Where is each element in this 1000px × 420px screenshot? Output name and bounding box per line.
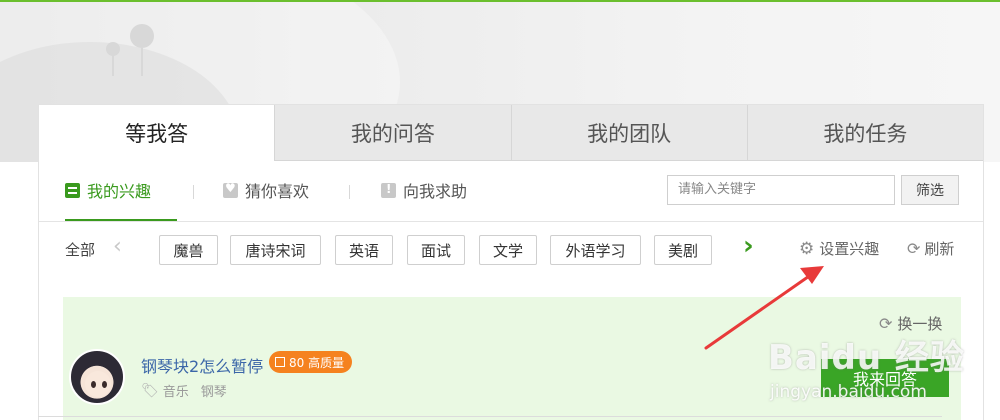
answer-button[interactable]: 我来回答 <box>821 359 949 397</box>
interest-tag[interactable]: 美剧 <box>654 235 712 265</box>
keyword-search-input[interactable]: 请输入关键字 <box>667 175 895 205</box>
gear-icon: ⚙ <box>799 238 815 259</box>
set-interests-button[interactable]: ⚙ 设置兴趣 <box>799 238 879 259</box>
divider <box>38 416 942 417</box>
subtab-label: 猜你喜欢 <box>245 182 310 201</box>
badge-label: 80 高质量 <box>289 355 345 370</box>
tab-my-qa[interactable]: 我的问答 <box>274 105 511 161</box>
question-card: ⟳ 换一换 钢琴块2怎么暂停 80 高质量 🏷 音乐 钢琴 我来回答 <box>63 297 961 420</box>
question-tags: 🏷 音乐 钢琴 <box>141 381 239 401</box>
subtab-guess-you-like[interactable]: 猜你喜欢 <box>223 161 309 219</box>
refresh-icon: ⟳ <box>879 314 893 333</box>
interest-tag[interactable]: 面试 <box>407 235 465 265</box>
avatar[interactable] <box>69 349 125 405</box>
tab-my-tasks[interactable]: 我的任务 <box>746 105 983 161</box>
exclamation-icon <box>381 182 396 198</box>
interest-tag[interactable]: 魔兽 <box>159 235 218 265</box>
chevron-right-icon[interactable]: › <box>743 231 754 261</box>
main-panel: 等我答 我的问答 我的团队 我的任务 我的兴趣 猜你喜欢 向我求助 请输入关键字… <box>38 104 984 420</box>
tab-bar: 等我答 我的问答 我的团队 我的任务 <box>39 105 983 161</box>
filter-button[interactable]: 筛选 <box>901 175 959 205</box>
refresh-label: 刷新 <box>924 240 955 258</box>
all-tags-link[interactable]: 全部 <box>65 239 95 260</box>
question-title-link[interactable]: 钢琴块2怎么暂停 <box>141 353 263 377</box>
swap-button[interactable]: ⟳ 换一换 <box>879 313 942 334</box>
interest-tag[interactable]: 外语学习 <box>550 235 641 265</box>
subtab-label: 我的兴趣 <box>87 182 152 201</box>
interest-tag[interactable]: 文学 <box>479 235 537 265</box>
swap-label: 换一换 <box>897 315 943 333</box>
subtab-my-interests[interactable]: 我的兴趣 <box>65 161 178 221</box>
list-icon <box>65 182 80 198</box>
refresh-button[interactable]: ⟳ 刷新 <box>907 238 954 259</box>
subtab-ask-me-for-help[interactable]: 向我求助 <box>381 161 467 219</box>
divider <box>193 185 194 199</box>
divider <box>349 185 350 199</box>
question-tag-link[interactable]: 钢琴 <box>201 381 227 400</box>
quality-badge: 80 高质量 <box>269 351 353 373</box>
badge-icon <box>275 357 285 367</box>
chevron-left-icon[interactable]: ‹ <box>113 234 122 259</box>
interest-tag-bar: 全部 ‹ 魔兽 唐诗宋词 英语 面试 文学 外语学习 美剧 › ⚙ 设置兴趣 ⟳… <box>39 222 983 278</box>
refresh-icon: ⟳ <box>907 239 921 258</box>
interest-tag[interactable]: 唐诗宋词 <box>230 235 321 265</box>
set-interests-label: 设置兴趣 <box>819 240 880 258</box>
sub-navigation: 我的兴趣 猜你喜欢 向我求助 请输入关键字 筛选 <box>39 161 983 222</box>
heart-icon <box>223 181 238 198</box>
tab-my-team[interactable]: 我的团队 <box>510 105 747 161</box>
tag-icon: 🏷 <box>141 382 159 399</box>
question-tag-link[interactable]: 音乐 <box>163 381 189 400</box>
subtab-label: 向我求助 <box>403 182 468 201</box>
interest-tag[interactable]: 英语 <box>335 235 393 265</box>
tab-wait-answer[interactable]: 等我答 <box>39 105 275 161</box>
